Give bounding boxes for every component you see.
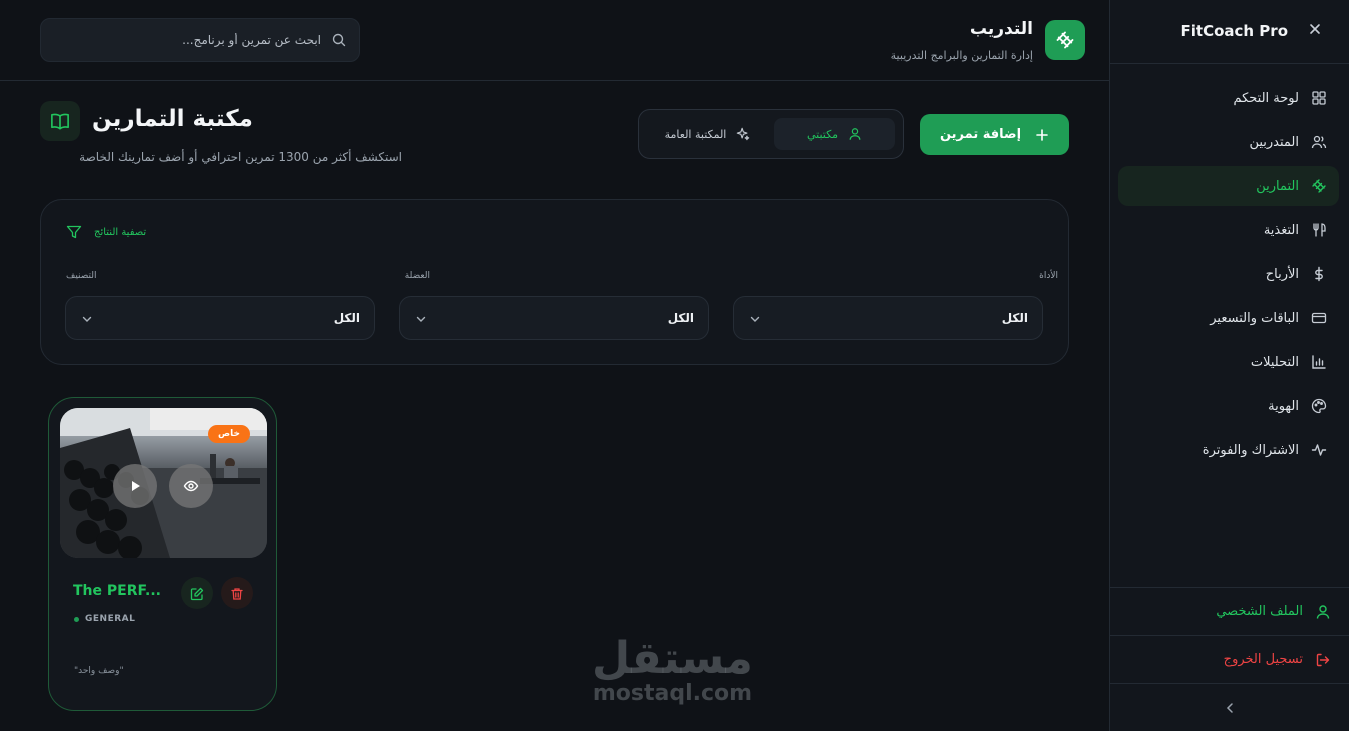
dollar-icon [1311,266,1327,282]
sparkles-icon [736,127,750,141]
bar-chart-icon [1311,354,1327,370]
delete-exercise-button[interactable] [221,577,253,609]
category-dot [74,616,79,622]
filter-label-equipment: الأداة [1039,271,1058,281]
sidebar-item-label: التغذية [1263,222,1299,238]
tab-label: مكتبتي [806,127,839,141]
filters-panel: تصفية النتائج الأداة الكل العضلة الكل ال… [40,199,1069,365]
utensils-icon [1311,222,1327,238]
sidebar-item-earnings[interactable]: الأرباح [1118,254,1339,294]
profile-link[interactable]: الملف الشخصي [1110,587,1349,635]
sidebar-header: FitCoach Pro [1110,0,1349,64]
sidebar-item-label: الباقات والتسعير [1210,310,1299,326]
sidebar-item-label: الهوية [1268,398,1299,414]
profile-label: الملف الشخصي [1216,604,1303,619]
logout-icon [1315,652,1331,668]
sidebar-item-exercises[interactable]: التمارين [1118,166,1339,206]
sidebar-item-trainees[interactable]: المتدربين [1118,122,1339,162]
users-icon [1311,134,1327,150]
equipment-select[interactable]: الكل [733,296,1043,340]
dumbbell-icon [1045,20,1085,60]
sidebar-item-branding[interactable]: الهوية [1118,386,1339,426]
dumbbell-icon [1311,178,1327,194]
watermark-latin: mostaql.com [592,681,753,706]
sidebar-item-label: لوحة التحكم [1233,90,1299,106]
exercise-category: GENERAL [74,614,135,624]
user-icon [1315,604,1331,620]
select-value: الكل [1001,311,1028,325]
palette-icon [1311,398,1327,414]
logout-button[interactable]: تسجيل الخروج [1110,635,1349,683]
sidebar-footer: الملف الشخصي تسجيل الخروج [1110,587,1349,731]
page-title: مكتبة التمارين [92,106,253,132]
eye-icon [183,478,199,494]
edit-icon [190,586,204,601]
sidebar-item-subscription[interactable]: الاشتراك والفوترة [1118,430,1339,470]
sidebar-nav: لوحة التحكم المتدربين التمارين التغذية ا… [1118,78,1339,474]
watermark: مستقل mostaql.com [592,636,753,706]
watermark-arabic: مستقل [592,633,753,684]
section-subtitle: إدارة التمارين والبرامج التدريبية [890,49,1033,62]
library-tabs: مكتبتي المكتبة العامة [638,109,904,159]
filter-label-category: التصنيف [66,271,97,281]
sidebar-item-analytics[interactable]: التحليلات [1118,342,1339,382]
sidebar-item-nutrition[interactable]: التغذية [1118,210,1339,250]
search-box [40,18,360,62]
trash-icon [230,586,244,600]
plus-icon [1035,128,1049,142]
add-exercise-label: إضافة تمرين [939,127,1022,142]
chevron-left-icon [1222,700,1238,716]
sidebar-item-label: الاشتراك والفوترة [1202,442,1299,458]
tab-public-library[interactable]: المكتبة العامة [647,118,768,150]
search-input[interactable] [53,33,321,47]
play-video-button[interactable] [113,464,157,508]
chevron-down-icon [414,311,428,325]
select-value: الكل [667,311,694,325]
preview-button[interactable] [169,464,213,508]
edit-exercise-button[interactable] [181,577,213,609]
select-value: الكل [333,311,360,325]
filters-heading: تصفية النتائج [66,224,146,240]
dashboard-icon [1311,90,1327,106]
sidebar: FitCoach Pro لوحة التحكم المتدربين التما… [1109,0,1349,731]
sidebar-item-label: المتدربين [1249,134,1299,150]
add-exercise-button[interactable]: إضافة تمرين [920,114,1069,155]
exercise-title: The PERF... [73,583,161,599]
logout-label: تسجيل الخروج [1223,652,1303,667]
user-icon [848,127,862,141]
credit-card-icon [1311,310,1327,326]
sidebar-item-label: التحليلات [1250,354,1299,370]
collapse-sidebar-button[interactable] [1110,683,1349,731]
filter-label-muscle: العضلة [404,271,430,281]
brand-name: FitCoach Pro [1180,22,1288,40]
close-icon[interactable] [1307,21,1323,37]
section-title: التدريب [969,19,1033,39]
tab-my-library[interactable]: مكتبتي [774,118,895,150]
book-icon [40,101,80,141]
exercise-card[interactable]: خاص The PERF... GENERAL "وصف واحد" [48,397,277,711]
category-label: GENERAL [85,614,136,624]
chevron-down-icon [748,311,762,325]
private-badge: خاص [208,425,250,443]
search-icon [331,32,347,48]
top-bar: التدريب إدارة التمارين والبرامج التدريبي… [0,0,1109,81]
exercise-description: "وصف واحد" [74,666,124,676]
play-icon [127,478,143,494]
page-subtitle: استكشف أكثر من 1300 تمرين احترافي أو أضف… [79,150,402,164]
exercise-thumbnail: خاص [60,408,267,558]
muscle-select[interactable]: الكل [399,296,709,340]
category-select[interactable]: الكل [65,296,375,340]
tab-label: المكتبة العامة [664,127,727,141]
sidebar-item-dashboard[interactable]: لوحة التحكم [1118,78,1339,118]
activity-icon [1311,442,1327,458]
sidebar-item-label: الأرباح [1265,266,1299,282]
filter-icon [66,224,82,240]
sidebar-item-pricing[interactable]: الباقات والتسعير [1118,298,1339,338]
filters-heading-label: تصفية النتائج [94,226,147,238]
sidebar-item-label: التمارين [1256,178,1299,194]
chevron-down-icon [80,311,94,325]
